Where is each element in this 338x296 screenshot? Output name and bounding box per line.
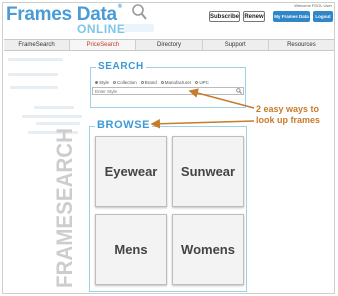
- tab-directory[interactable]: Directory: [136, 40, 203, 50]
- annotation-line-1: 2 easy ways to: [256, 104, 320, 114]
- main-nav: FrameSearch PriceSearch Directory Suppor…: [4, 39, 334, 51]
- browse-tile-sunwear[interactable]: Sunwear: [172, 136, 244, 207]
- framesearch-vertical-text: FRAMESEARCH: [52, 128, 77, 288]
- logout-button[interactable]: Logout: [313, 11, 333, 22]
- logo-trademark: ®: [117, 4, 122, 10]
- radio-manufacturer[interactable]: Manufacturer: [160, 80, 192, 85]
- radio-dot-icon: [95, 81, 98, 84]
- wordmark-highlight: [124, 24, 154, 32]
- tab-resources[interactable]: Resources: [269, 40, 334, 50]
- radio-dot-icon: [140, 81, 144, 84]
- framesearch-label: FRAMESEARCH: [52, 128, 77, 288]
- radio-dot-icon: [160, 81, 164, 84]
- radio-label: Manufacturer: [164, 80, 192, 85]
- search-type-options: Style Collection Brand Manufacturer UPC: [95, 80, 209, 85]
- browse-tile-mens[interactable]: Mens: [95, 214, 167, 285]
- annotation-line-2: look up frames: [256, 115, 321, 125]
- faded-row: [34, 106, 74, 109]
- faded-row: [22, 115, 82, 118]
- radio-style[interactable]: Style: [95, 80, 109, 85]
- radio-brand[interactable]: Brand: [140, 80, 157, 85]
- browse-tile-womens[interactable]: Womens: [172, 214, 244, 285]
- tab-pricesearch[interactable]: PriceSearch: [70, 40, 137, 50]
- search-icon[interactable]: [236, 88, 242, 94]
- radio-dot-icon: [113, 81, 117, 84]
- faded-row: [8, 73, 58, 76]
- search-title: SEARCH: [96, 61, 146, 72]
- renew-button[interactable]: Renew: [243, 11, 265, 22]
- faded-row: [8, 58, 63, 61]
- faded-row: [36, 122, 80, 125]
- browse-title: BROWSE: [95, 119, 153, 131]
- magnifier-logo-icon: [132, 4, 147, 20]
- tab-support[interactable]: Support: [203, 40, 269, 50]
- annotation-callout: 2 easy ways to look up frames: [256, 104, 320, 126]
- browse-tile-eyewear[interactable]: Eyewear: [95, 136, 167, 207]
- tab-framesearch[interactable]: FrameSearch: [4, 40, 71, 50]
- faded-row: [10, 86, 58, 89]
- subscribe-button[interactable]: Subscribe: [209, 11, 240, 22]
- radio-label: Brand: [144, 80, 157, 85]
- radio-upc[interactable]: UPC: [195, 80, 209, 85]
- search-input[interactable]: [92, 87, 244, 95]
- radio-label: Collection: [117, 80, 137, 85]
- my-frames-data-button[interactable]: My Frames Data: [273, 11, 310, 22]
- online-wordmark: ONLINE: [77, 22, 126, 36]
- welcome-text: Welcome FDOL User: [294, 3, 332, 8]
- radio-collection[interactable]: Collection: [113, 80, 137, 85]
- radio-dot-icon: [195, 81, 199, 84]
- radio-label: Style: [99, 80, 110, 85]
- radio-label: UPC: [199, 80, 209, 85]
